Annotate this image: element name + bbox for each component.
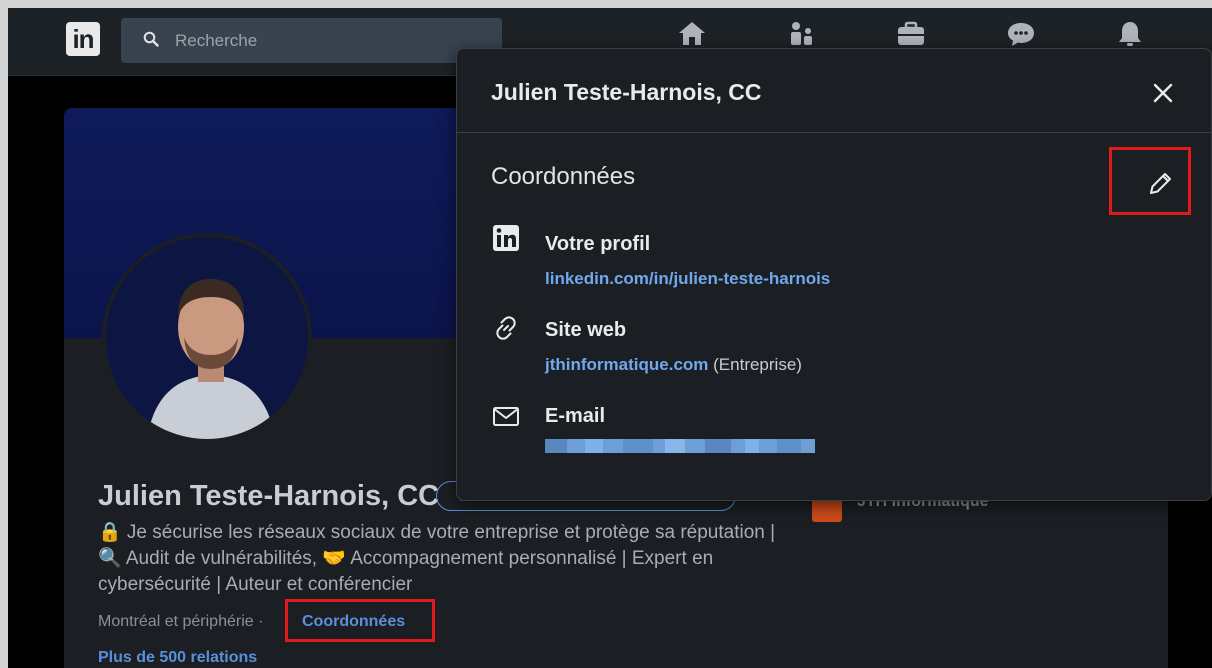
messaging-icon[interactable] xyxy=(1005,18,1037,50)
pencil-icon xyxy=(1150,173,1171,194)
avatar-photo xyxy=(106,237,308,439)
linkedin-icon xyxy=(493,225,519,251)
home-icon[interactable] xyxy=(676,18,708,50)
website-link[interactable]: jthinformatique.com xyxy=(545,355,708,374)
search-input[interactable] xyxy=(175,18,495,63)
contact-info-link[interactable]: Coordonnées xyxy=(302,613,405,631)
email-label: E-mail xyxy=(545,405,606,427)
profile-label: Votre profil xyxy=(545,233,651,255)
link-icon xyxy=(496,316,516,340)
website-row: jthinformatique.com (Entreprise) xyxy=(545,355,802,375)
search-icon xyxy=(143,31,159,47)
section-title: Coordonnées xyxy=(491,163,636,190)
modal-header: Julien Teste-Harnois, CC xyxy=(457,49,1211,133)
contact-info-modal: Julien Teste-Harnois, CC Coordonnées Vot… xyxy=(456,48,1212,501)
app-window: in Recherche Julien Teste-Harnois, CC JT… xyxy=(8,8,1212,668)
profile-location: Montréal et périphérie · xyxy=(98,613,264,630)
connections-link[interactable]: Plus de 500 relations xyxy=(98,649,257,667)
profile-name: Julien Teste-Harnois, CC xyxy=(98,480,440,512)
website-type: (Entreprise) xyxy=(713,355,802,374)
website-label: Site web xyxy=(545,319,627,341)
modal-title: Julien Teste-Harnois, CC xyxy=(491,79,762,105)
envelope-icon xyxy=(493,407,519,426)
notifications-icon[interactable] xyxy=(1114,18,1146,50)
close-icon[interactable] xyxy=(1147,77,1179,109)
email-redacted-value[interactable] xyxy=(545,439,815,453)
profile-url-link[interactable]: linkedin.com/in/julien-teste-harnois xyxy=(545,269,830,289)
edit-button[interactable] xyxy=(1125,153,1191,211)
network-icon[interactable] xyxy=(786,18,818,50)
avatar[interactable] xyxy=(102,233,312,443)
search-box[interactable] xyxy=(121,18,502,63)
linkedin-logo[interactable]: in xyxy=(66,22,100,56)
profile-headline: 🔒 Je sécurise les réseaux sociaux de vot… xyxy=(98,522,776,595)
jobs-icon[interactable] xyxy=(895,18,927,50)
